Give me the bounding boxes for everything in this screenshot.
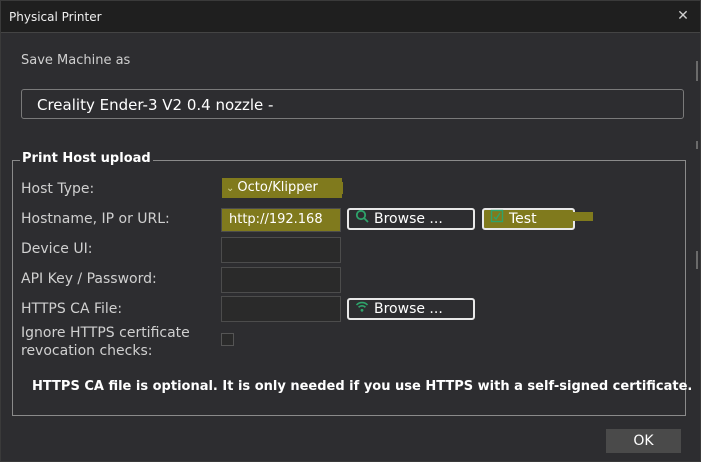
save-machine-label: Save Machine as bbox=[21, 53, 131, 68]
host-type-value: Octo/Klipper bbox=[237, 180, 318, 195]
browse-button[interactable]: Browse ... bbox=[347, 208, 475, 230]
window-title: Physical Printer bbox=[9, 10, 102, 24]
physical-printer-dialog: Physical Printer ✕ Save Machine as Creal… bbox=[0, 0, 701, 462]
ignore-label-line2: revocation checks: bbox=[21, 343, 153, 359]
https-ca-note: HTTPS CA file is optional. It is only ne… bbox=[32, 379, 693, 394]
host-type-highlight bbox=[341, 182, 343, 194]
scrollbar-marker bbox=[696, 141, 698, 149]
test-button[interactable]: Test bbox=[482, 208, 575, 230]
device-ui-input[interactable] bbox=[221, 237, 341, 263]
browse-label: Browse ... bbox=[374, 211, 443, 227]
hostname-input[interactable]: http://192.168 bbox=[221, 208, 341, 232]
search-icon bbox=[355, 209, 369, 228]
hostname-label: Hostname, IP or URL: bbox=[21, 211, 170, 227]
browse-ca-label: Browse ... bbox=[374, 301, 443, 317]
ignore-label-line1: Ignore HTTPS certificate bbox=[21, 325, 190, 341]
test-label: Test bbox=[509, 211, 537, 227]
https-ca-label: HTTPS CA File: bbox=[21, 301, 123, 317]
device-ui-label: Device UI: bbox=[21, 241, 93, 257]
test-icon bbox=[490, 209, 504, 228]
wifi-icon bbox=[355, 299, 369, 318]
close-icon[interactable]: ✕ bbox=[674, 7, 692, 25]
chevron-down-icon: ⌄ bbox=[226, 183, 235, 194]
titlebar: Physical Printer ✕ bbox=[1, 1, 700, 33]
scrollbar-marker bbox=[696, 251, 698, 269]
test-highlight bbox=[573, 212, 593, 221]
host-type-select[interactable]: ⌄ Octo/Klipper bbox=[222, 178, 342, 198]
api-key-label: API Key / Password: bbox=[21, 271, 157, 287]
browse-ca-button[interactable]: Browse ... bbox=[347, 298, 475, 320]
ok-button[interactable]: OK bbox=[606, 429, 681, 453]
https-ca-input[interactable] bbox=[221, 296, 341, 322]
print-host-upload-group: Print Host upload bbox=[12, 151, 686, 416]
group-title: Print Host upload bbox=[20, 151, 153, 166]
host-type-label: Host Type: bbox=[21, 181, 95, 197]
ignore-revocation-label: Ignore HTTPS certificate revocation chec… bbox=[21, 324, 190, 360]
ignore-revocation-checkbox[interactable] bbox=[221, 333, 234, 346]
api-key-input[interactable] bbox=[221, 267, 341, 293]
scrollbar-marker bbox=[696, 61, 698, 81]
machine-name-field[interactable]: Creality Ender-3 V2 0.4 nozzle - bbox=[21, 89, 684, 119]
